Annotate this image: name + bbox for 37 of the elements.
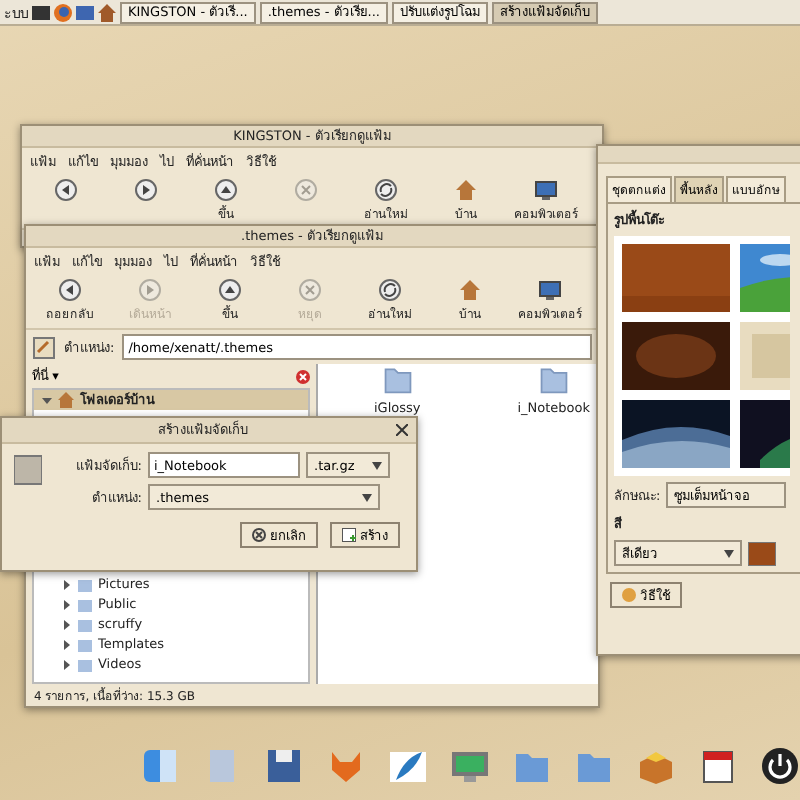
stop-icon [294,178,318,202]
home-icon [454,178,478,202]
cancel-icon [252,528,266,542]
stop-icon [298,278,322,302]
up-icon [218,278,242,302]
box-icon[interactable] [636,746,676,786]
globe-icon[interactable] [54,3,72,21]
up-icon [214,178,238,202]
close-icon[interactable] [396,424,408,436]
screen-icon[interactable] [76,3,94,21]
terminal-icon[interactable] [32,3,50,21]
caret-icon [362,493,372,501]
power-icon[interactable] [760,746,800,786]
edit-location-icon[interactable] [32,335,56,359]
forward-icon [134,178,158,202]
floppy-icon[interactable] [264,746,304,786]
home-icon[interactable] [98,3,116,21]
monitor-icon[interactable] [450,746,490,786]
color-swatch[interactable] [748,541,776,565]
caret-icon [724,549,734,557]
home-icon [458,278,482,302]
reload-icon [378,278,402,302]
forward-icon [138,278,162,302]
folder-icon [381,364,414,396]
folder-icon [537,364,570,396]
new-file-icon [342,528,356,542]
help-icon [622,588,636,602]
computer-icon [538,278,562,302]
feather-icon[interactable] [388,746,428,786]
home-icon [58,392,74,408]
calendar-icon[interactable] [698,746,738,786]
caret-icon [372,461,382,469]
back-icon [54,178,78,202]
back-icon [58,278,82,302]
computer-icon [534,178,558,202]
reload-icon [374,178,398,202]
expanded-arrow-icon[interactable] [42,395,52,405]
